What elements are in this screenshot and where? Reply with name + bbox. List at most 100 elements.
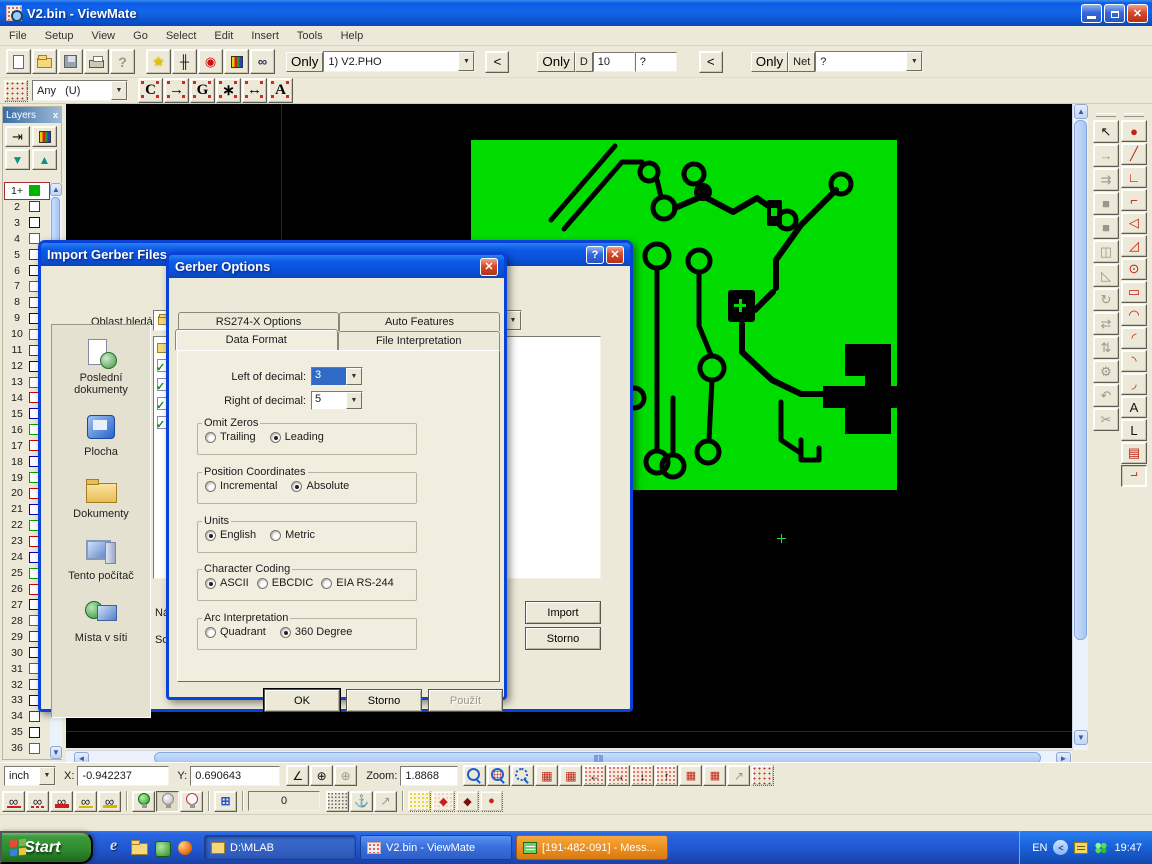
pad-red-icon[interactable]: ◆ — [432, 791, 455, 812]
radio-icon[interactable] — [205, 578, 216, 589]
pan-down-icon[interactable]: ↓ — [631, 765, 654, 786]
select-area-icon[interactable] — [751, 765, 774, 786]
dcode-input[interactable]: 10 — [593, 52, 635, 72]
mirror-tool-icon[interactable]: ◫ — [1093, 240, 1119, 263]
tab-data-format[interactable]: Data Format — [175, 329, 338, 350]
grid-edit-icon[interactable]: ▦ — [703, 765, 726, 786]
text-a-icon[interactable]: A — [268, 78, 293, 103]
menu-item[interactable]: Setup — [36, 28, 83, 44]
ok-button[interactable]: OK — [264, 689, 340, 712]
pad-dark-icon[interactable]: ◆ — [456, 791, 479, 812]
zoom-in-icon[interactable] — [463, 765, 486, 786]
arc-point-tool-icon[interactable]: ◝ — [1121, 350, 1147, 372]
layer-down-icon[interactable]: ▼ — [5, 149, 30, 170]
circle-tool-icon[interactable]: ⊙ — [1121, 258, 1147, 280]
arc-line-tool-icon[interactable]: ◠ — [1121, 304, 1147, 326]
place-recent[interactable]: Poslední dokumenty — [53, 339, 149, 396]
chevron-down-icon[interactable]: ▼ — [346, 368, 362, 385]
arc-tool-icon[interactable]: ◜ — [1121, 327, 1147, 349]
radio-icon[interactable] — [205, 432, 216, 443]
radio-icon[interactable] — [270, 530, 281, 541]
prev-dcode-button[interactable]: < — [699, 51, 723, 73]
radio-icon[interactable] — [257, 578, 268, 589]
clock[interactable]: 19:47 — [1114, 842, 1142, 854]
radio-icon[interactable] — [205, 530, 216, 541]
cancel-button[interactable]: Storno — [346, 689, 422, 712]
step-move-icon[interactable]: ↗ — [374, 791, 397, 812]
layer-row[interactable]: 35 — [5, 724, 49, 740]
palette-drag-handle[interactable] — [1124, 113, 1144, 117]
radio-option[interactable]: Trailing — [205, 431, 256, 443]
pan-left-icon[interactable]: ← — [583, 765, 606, 786]
flash-mode-icon[interactable] — [408, 791, 431, 812]
pad-dot-icon[interactable]: ● — [480, 791, 503, 812]
language-indicator[interactable]: EN — [1032, 842, 1047, 854]
help-button[interactable]: ? — [586, 246, 604, 264]
vertical-scrollbar[interactable]: ▲ ▼ — [1072, 104, 1088, 750]
chevron-down-icon[interactable]: ▼ — [906, 52, 922, 71]
layer-color-swatch[interactable] — [29, 743, 40, 754]
dcode-filter-input[interactable]: ? — [635, 52, 677, 72]
place-desktop[interactable]: Plocha — [53, 413, 149, 458]
polyline-tool-icon[interactable]: ∟ — [1121, 166, 1147, 188]
unit-select[interactable]: inch ▼ — [4, 766, 56, 786]
probe-icon[interactable]: ⊕ — [334, 765, 357, 786]
radio-option[interactable]: Incremental — [205, 480, 277, 492]
menu-item[interactable]: Insert — [242, 28, 288, 44]
highlight-outline-icon[interactable] — [180, 791, 203, 812]
explorer-icon[interactable] — [130, 839, 148, 857]
rectangle-tool-icon[interactable]: ▭ — [1121, 281, 1147, 303]
view-draws-icon[interactable]: ∞ — [74, 791, 97, 812]
aperture-dots-icon[interactable] — [4, 80, 28, 102]
radio-option[interactable]: Metric — [270, 529, 315, 541]
radio-icon[interactable] — [205, 481, 216, 492]
anchor-icon[interactable]: ⚓ — [350, 791, 373, 812]
radio-icon[interactable] — [205, 627, 216, 638]
radio-option[interactable]: Quadrant — [205, 626, 266, 638]
tab-file-interpretation[interactable]: File Interpretation — [338, 331, 501, 350]
only-dcode-button[interactable]: Only — [537, 52, 574, 72]
menu-item[interactable]: Edit — [205, 28, 242, 44]
view-traces-icon[interactable]: ∞ — [26, 791, 49, 812]
close-icon[interactable]: x — [53, 110, 58, 120]
curve-tool-icon[interactable]: ◞ — [1121, 373, 1147, 395]
angle-icon[interactable]: ∠ — [286, 765, 309, 786]
pad-grid-icon[interactable]: ▦ — [535, 765, 558, 786]
new-file-icon[interactable] — [6, 49, 31, 74]
open-shape-tool-icon[interactable]: ◁ — [1121, 212, 1147, 234]
text-tool-icon[interactable]: A — [1121, 396, 1147, 418]
layer-row[interactable]: 2 — [5, 199, 49, 215]
help-app-icon[interactable] — [153, 839, 171, 857]
firefox-icon[interactable] — [176, 839, 194, 857]
task-mlab[interactable]: D:\MLAB — [204, 835, 356, 860]
star-flash-icon[interactable]: ∗ — [216, 78, 241, 103]
print-icon[interactable] — [84, 49, 109, 74]
layer-row[interactable]: 1+ — [5, 183, 49, 199]
layer-row[interactable]: 36 — [5, 740, 49, 756]
layer-color-swatch[interactable] — [29, 201, 40, 212]
scroll-down-icon[interactable]: ▼ — [50, 746, 62, 759]
dock-panel-icon[interactable]: ⇥ — [5, 126, 30, 147]
triangle-tool-icon[interactable]: ◿ — [1121, 235, 1147, 257]
layer-up-icon[interactable]: ▲ — [32, 149, 57, 170]
chevron-down-icon[interactable]: ▼ — [39, 767, 55, 785]
flash-highlight-icon[interactable]: ★ — [146, 49, 171, 74]
radio-icon[interactable] — [270, 432, 281, 443]
place-computer[interactable]: Tento počítač — [53, 537, 149, 582]
tab-auto-features[interactable]: Auto Features — [339, 312, 500, 331]
layer-row[interactable]: 3 — [5, 215, 49, 231]
measure-diag-icon[interactable]: ↗ — [727, 765, 750, 786]
layer-select[interactable]: 1) V2.PHO ▼ — [323, 51, 475, 72]
view-pads-icon[interactable]: ∞ — [2, 791, 25, 812]
chevron-down-icon[interactable]: ▼ — [111, 81, 127, 100]
zoom-grid-icon[interactable] — [487, 765, 510, 786]
save-file-icon[interactable] — [58, 49, 83, 74]
menu-item[interactable]: Go — [124, 28, 157, 44]
origin-icon[interactable]: ⊕ — [310, 765, 333, 786]
zoom-window-icon[interactable] — [511, 765, 534, 786]
zoom-value[interactable]: 1.8868 — [400, 766, 458, 786]
net-select[interactable]: ? ▼ — [815, 51, 923, 72]
tray-notes-icon[interactable] — [1074, 842, 1088, 854]
chevron-down-icon[interactable]: ▼ — [458, 52, 474, 71]
import-button[interactable]: Import — [525, 601, 601, 624]
